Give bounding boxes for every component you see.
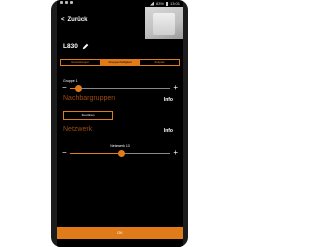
device-name: L830 xyxy=(63,43,78,50)
app-screen: 83% 13:01 < Zurück L830 Einstellungen Gr… xyxy=(57,0,183,247)
group-slider-thumb[interactable] xyxy=(74,85,82,92)
product-image xyxy=(145,7,183,39)
tab-zeitplan[interactable]: Zeitplan xyxy=(140,60,180,65)
neighbor-groups-info-link[interactable]: Info xyxy=(164,97,173,103)
network-slider-fill xyxy=(70,153,121,154)
tab-einstellungen[interactable]: Einstellungen xyxy=(61,60,101,65)
status-bar: 83% 13:01 xyxy=(57,0,183,7)
back-button[interactable]: < Zurück xyxy=(61,15,88,25)
notification-icon xyxy=(70,1,73,4)
plus-icon[interactable]: + xyxy=(173,83,178,93)
network-slider: − + xyxy=(60,148,180,158)
minus-icon[interactable]: − xyxy=(62,148,67,158)
ok-button[interactable]: OK xyxy=(57,227,183,239)
network-title: Netzwerk xyxy=(63,126,93,133)
minus-icon[interactable]: − xyxy=(62,83,67,93)
notification-icon xyxy=(65,1,68,4)
neighbor-groups-title: Nachbargruppen xyxy=(63,95,116,102)
clock: 13:01 xyxy=(169,1,180,6)
assign-button[interactable]: Zuordnen xyxy=(63,111,113,120)
pencil-icon-svg xyxy=(82,43,89,50)
back-chevron-icon: < xyxy=(61,17,65,23)
notification-icon xyxy=(60,1,63,4)
tab-bar: Einstellungen Gruppenhelligkeit Zeitplan xyxy=(60,59,180,66)
pencil-icon[interactable] xyxy=(82,43,89,50)
tab-gruppenhelligkeit[interactable]: Gruppenhelligkeit xyxy=(100,60,141,65)
plus-icon[interactable]: + xyxy=(173,148,178,158)
group-slider: − + xyxy=(60,83,180,93)
back-label: Zurück xyxy=(67,17,88,23)
battery-icon xyxy=(165,1,168,6)
signal-icon xyxy=(149,1,154,6)
group-slider-track[interactable] xyxy=(70,85,170,92)
network-slider-track[interactable] xyxy=(70,150,170,157)
network-info-link[interactable]: Info xyxy=(164,128,173,134)
battery-text: 83% xyxy=(155,1,164,6)
navigation-bar xyxy=(57,239,183,247)
product-image-face xyxy=(153,13,175,35)
status-right: 83% 13:01 xyxy=(149,0,180,7)
phone-frame: 83% 13:01 < Zurück L830 Einstellungen Gr… xyxy=(51,0,188,247)
network-slider-thumb[interactable] xyxy=(117,150,125,157)
status-notification-icons xyxy=(60,1,73,4)
device-name-row: L830 xyxy=(63,43,89,50)
